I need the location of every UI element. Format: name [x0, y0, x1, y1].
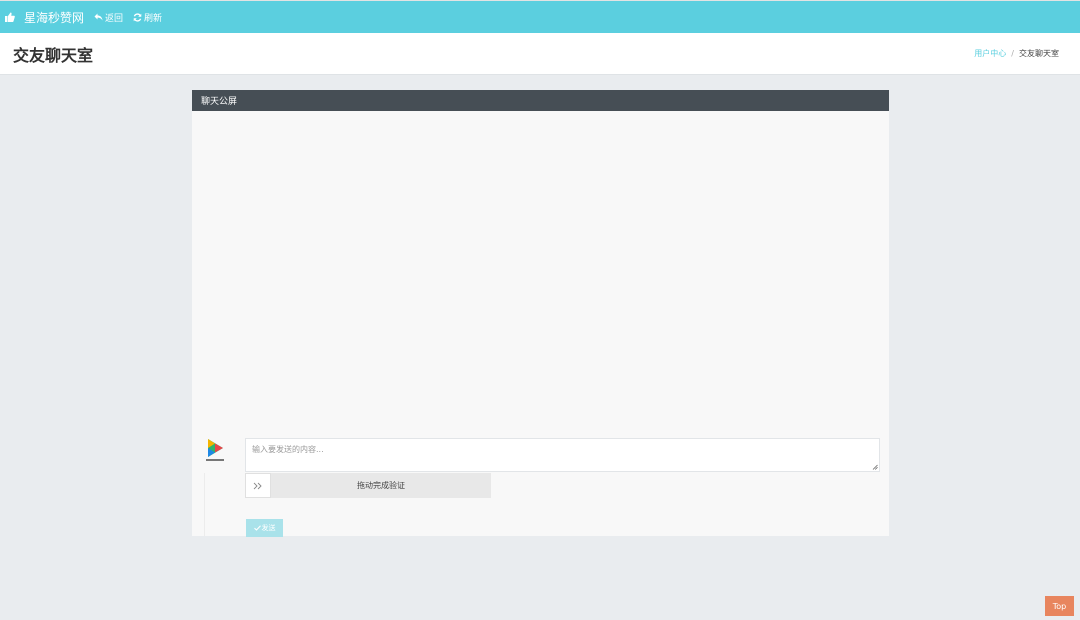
play-logo-icon [206, 439, 224, 461]
back-label: 返回 [105, 13, 124, 24]
slider-handle[interactable] [245, 473, 271, 498]
chat-panel: 聊天公屏 拖动完成验证 发送 [192, 90, 889, 537]
back-link[interactable]: 返回 [94, 11, 123, 24]
refresh-icon [133, 12, 142, 22]
panel-header: 聊天公屏 [192, 90, 889, 111]
send-label: 发送 [261, 524, 276, 532]
refresh-link[interactable]: 刷新 [133, 11, 162, 24]
chat-messages-area: 拖动完成验证 发送 [192, 111, 889, 537]
breadcrumb-current: 交友聊天室 [1019, 49, 1059, 58]
slide-verification: 拖动完成验证 [245, 473, 491, 498]
thumbs-up-icon [5, 12, 15, 22]
breadcrumb-home[interactable]: 用户中心 [974, 48, 1006, 59]
back-to-top-label: Top [1052, 601, 1067, 611]
site-brand[interactable]: 星海秒赞网 [24, 9, 84, 26]
check-icon [253, 525, 261, 531]
reply-icon [94, 13, 103, 21]
page-header: 交友聊天室 用户中心 / 交友聊天室 [0, 33, 1080, 75]
panel-title: 聊天公屏 [201, 97, 238, 107]
back-to-top-button[interactable]: Top [1045, 596, 1074, 616]
page-title: 交友聊天室 [13, 45, 94, 65]
breadcrumb-separator: / [1011, 49, 1014, 58]
refresh-label: 刷新 [144, 13, 163, 24]
message-input[interactable] [245, 438, 880, 472]
top-navbar: 星海秒赞网 返回 刷新 [0, 0, 1080, 33]
breadcrumb: 用户中心 / 交友聊天室 [974, 48, 1059, 59]
send-button[interactable]: 发送 [246, 519, 283, 537]
resize-grip-icon[interactable] [872, 464, 878, 470]
double-chevron-right-icon [253, 482, 262, 489]
slider-text: 拖动完成验证 [357, 481, 405, 490]
divider [204, 473, 205, 536]
